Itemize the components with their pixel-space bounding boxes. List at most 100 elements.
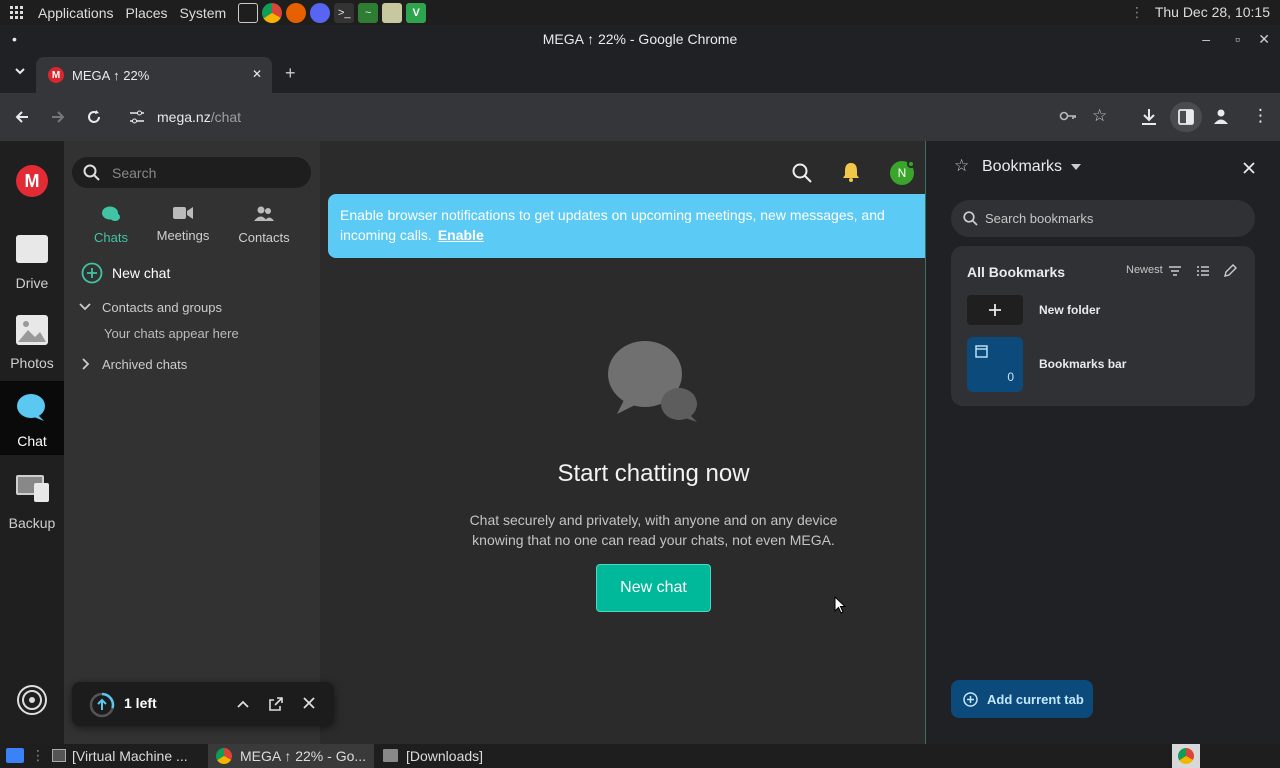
- bookmark-star-icon[interactable]: ☆: [1092, 106, 1107, 126]
- tab-contacts[interactable]: Contacts: [228, 203, 300, 245]
- add-current-tab-button[interactable]: Add current tab: [951, 680, 1093, 718]
- menu-places[interactable]: Places: [120, 5, 174, 21]
- rail-photos-label: Photos: [10, 355, 54, 371]
- password-key-icon[interactable]: [1059, 109, 1077, 123]
- task-downloads-label: [Downloads]: [406, 748, 484, 764]
- chrome-menu-icon[interactable]: ⋮: [1252, 106, 1269, 126]
- main-search-icon[interactable]: [792, 163, 812, 183]
- clock[interactable]: Thu Dec 28, 10:15: [1155, 4, 1270, 20]
- bookmarks-bar-label: Bookmarks bar: [1039, 357, 1127, 371]
- maximize-icon[interactable]: ▫: [1235, 25, 1240, 53]
- profile-icon[interactable]: [1213, 108, 1229, 124]
- notes-launcher-icon[interactable]: [382, 2, 403, 23]
- add-circle-icon: [963, 692, 978, 707]
- bookmarks-bar-count: 0: [1007, 370, 1014, 384]
- os-top-panel: Applications Places System >_ ~ V ⋮ Thu …: [0, 0, 1280, 25]
- bookmarks-search-icon: [963, 211, 978, 226]
- tab-meetings[interactable]: Meetings: [147, 203, 219, 243]
- os-taskbar: ⋮ [Virtual Machine ... MEGA ↑ 22% - Go..…: [0, 744, 1280, 768]
- chrome-launcher-icon[interactable]: [262, 2, 283, 23]
- rail-chat[interactable]: Chat: [0, 381, 64, 455]
- address-bar[interactable]: mega.nz/chat: [157, 109, 241, 125]
- edit-pencil-icon[interactable]: [1224, 264, 1237, 277]
- rail-chat-label: Chat: [17, 433, 47, 449]
- menu-system[interactable]: System: [174, 5, 233, 21]
- bookmarks-panel-title[interactable]: Bookmarks: [982, 158, 1062, 176]
- rail-photos[interactable]: Photos: [0, 303, 64, 377]
- minimize-icon[interactable]: –: [1202, 25, 1210, 53]
- task-virtual-machine[interactable]: [Virtual Machine ...: [48, 744, 206, 768]
- folder-task-icon: [383, 749, 398, 762]
- rail-backup[interactable]: Backup: [0, 463, 64, 537]
- task-chrome[interactable]: MEGA ↑ 22% - Go...: [208, 744, 374, 768]
- close-panel-icon[interactable]: [1243, 162, 1255, 174]
- tray-chrome-icon[interactable]: [1172, 744, 1200, 768]
- mega-nav-rail: M Drive Photos Chat Backup: [0, 141, 64, 744]
- back-icon[interactable]: [14, 109, 30, 125]
- chat-icon: [16, 393, 48, 423]
- task-chrome-label: MEGA ↑ 22% - Go...: [240, 748, 367, 764]
- backup-icon: [16, 473, 50, 503]
- download-icon[interactable]: [1141, 108, 1157, 126]
- task-downloads[interactable]: [Downloads]: [376, 744, 536, 768]
- apps-grid-icon[interactable]: [0, 5, 32, 20]
- tab-strip: M MEGA ↑ 22% ✕ +: [0, 53, 1280, 93]
- vim-launcher-icon[interactable]: V: [406, 2, 427, 23]
- notification-banner: Enable browser notifications to get upda…: [328, 194, 948, 258]
- rail-drive[interactable]: Drive: [0, 223, 64, 297]
- reload-icon[interactable]: [86, 109, 102, 125]
- new-chat-button[interactable]: New chat: [596, 564, 711, 612]
- open-transfers-icon[interactable]: [268, 696, 284, 712]
- panel-dots-icon[interactable]: ⋮: [1130, 4, 1144, 21]
- terminal-launcher-icon[interactable]: >_: [334, 2, 355, 23]
- banner-text: Enable browser notifications to get upda…: [340, 207, 885, 243]
- notifications-bell-icon[interactable]: [841, 162, 861, 182]
- side-panel-icon[interactable]: [1170, 102, 1202, 132]
- sort-newest-button[interactable]: Newest: [1126, 264, 1163, 276]
- all-bookmarks-heading: All Bookmarks: [967, 264, 1066, 280]
- tab-chats[interactable]: Chats: [75, 203, 147, 245]
- chevron-up-icon[interactable]: [237, 699, 249, 709]
- empty-desc-line-2: knowing that no one can read your chats,…: [472, 532, 835, 548]
- enable-notifications-link[interactable]: Enable: [438, 227, 484, 243]
- monitor-launcher-icon[interactable]: ~: [358, 2, 379, 23]
- tab-search-icon[interactable]: [14, 65, 26, 77]
- forward-icon[interactable]: [50, 109, 66, 125]
- bookmarks-search-input[interactable]: Search bookmarks: [951, 200, 1255, 237]
- sort-filter-icon[interactable]: [1169, 266, 1181, 276]
- url-host: mega.nz: [157, 109, 211, 125]
- mega-logo[interactable]: M: [16, 165, 48, 197]
- mouse-cursor-icon: [834, 596, 846, 614]
- site-info-icon[interactable]: [129, 110, 145, 124]
- discord-launcher-icon[interactable]: [310, 2, 331, 23]
- firefox-launcher-icon[interactable]: [286, 2, 307, 23]
- bookmarks-bar-row[interactable]: 0 Bookmarks bar: [967, 337, 1237, 392]
- chat-main: N Enable browser notifications to get up…: [320, 141, 948, 744]
- bookmarks-star-icon: ☆: [954, 156, 970, 175]
- online-status-dot: [907, 160, 915, 168]
- list-view-icon[interactable]: [1197, 266, 1209, 276]
- window-menu-dot-icon[interactable]: •: [12, 25, 17, 53]
- add-current-tab-label: Add current tab: [987, 692, 1084, 707]
- sort-label: Newest: [1126, 264, 1163, 276]
- tab-mega[interactable]: M MEGA ↑ 22% ✕: [36, 57, 272, 93]
- new-chat-link-label: New chat: [112, 265, 171, 281]
- close-transfer-icon[interactable]: [303, 697, 315, 709]
- vm-task-icon: [52, 749, 66, 762]
- mega-help-icon[interactable]: [16, 684, 48, 716]
- browser-toolbar: mega.nz/chat ☆ ⋮: [0, 93, 1280, 141]
- panel-dropdown-icon[interactable]: [1071, 164, 1081, 170]
- show-desktop-icon[interactable]: [6, 748, 24, 763]
- close-window-icon[interactable]: ✕: [1258, 25, 1270, 53]
- window-title-bar: • MEGA ↑ 22% - Google Chrome – ▫ ✕: [0, 25, 1280, 53]
- tab-close-icon[interactable]: ✕: [252, 67, 262, 81]
- chat-search-placeholder: Search: [112, 165, 157, 181]
- new-tab-icon[interactable]: +: [285, 63, 296, 84]
- chrome-task-icon: [216, 748, 232, 764]
- new-folder-row[interactable]: New folder: [967, 295, 1237, 325]
- screenshot-icon[interactable]: [238, 2, 259, 23]
- chat-search-input[interactable]: Search: [72, 157, 311, 188]
- empty-state-title: Start chatting now: [557, 460, 750, 487]
- menu-applications[interactable]: Applications: [32, 5, 120, 21]
- bookmarks-card: All Bookmarks Newest New folder 0 Bookma…: [951, 246, 1255, 406]
